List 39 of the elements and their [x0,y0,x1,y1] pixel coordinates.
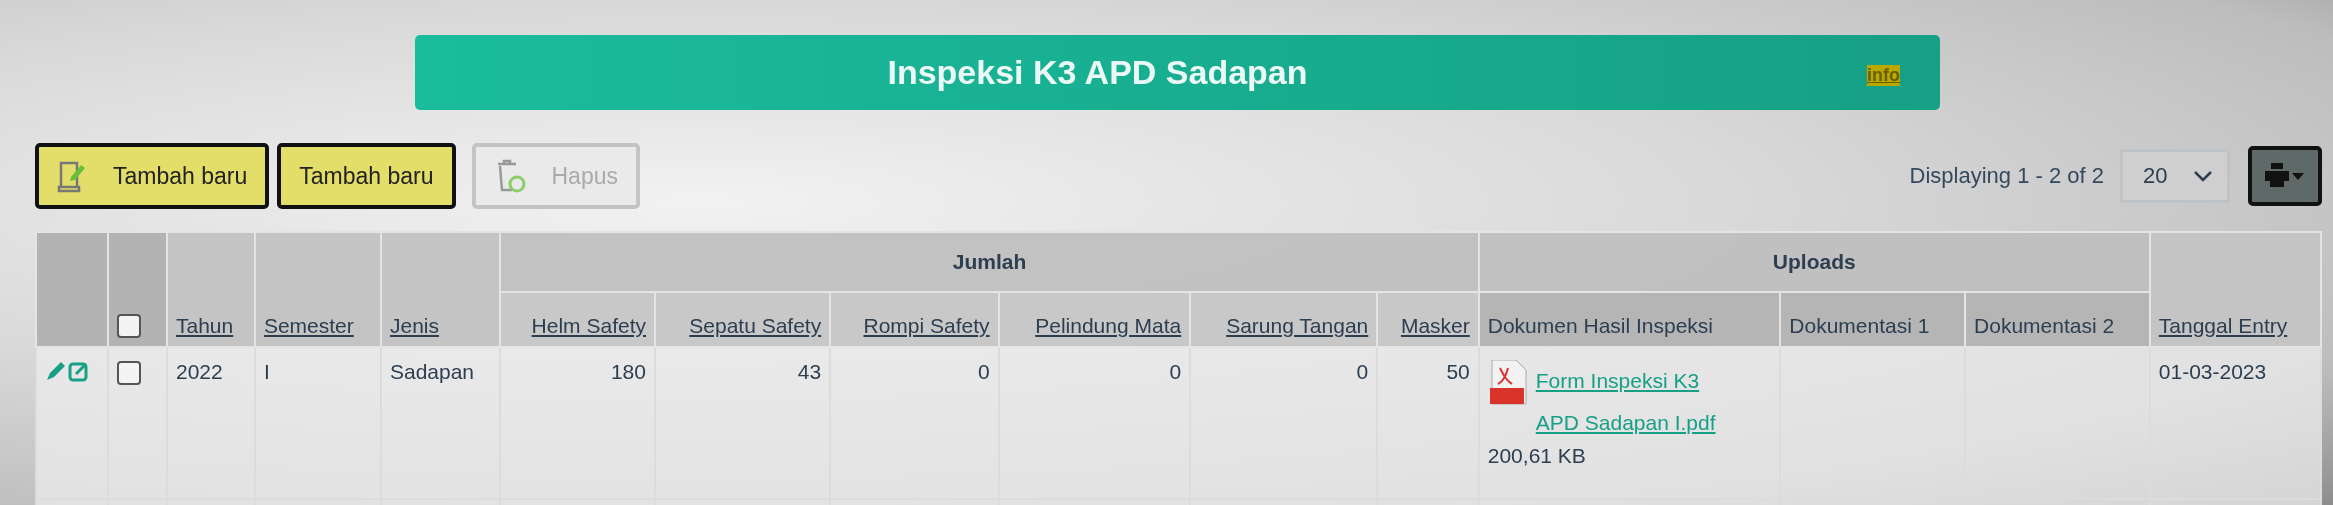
record-count: Displaying 1 - 2 of 2 [1909,163,2104,189]
column-header[interactable]: Tanggal Entry [2149,232,2321,347]
table-cell: 50 [1446,360,1470,383]
row-checkbox[interactable] [117,361,141,386]
edit-document-icon [57,159,87,193]
page-size-select[interactable]: 20 [2120,149,2230,203]
page-title: Inspeksi K3 APD Sadapan [887,53,1308,92]
column-header[interactable]: Sepatu Safety [655,292,831,347]
table-cell: Sadapan [389,360,475,383]
column-header[interactable]: Sarung Tangan [1190,292,1378,347]
column-header[interactable]: Tahun [167,232,255,347]
print-button[interactable] [2248,146,2322,206]
group-header: Jumlah [500,232,1479,292]
table-cell: 43 [797,360,822,383]
table-cell: 0 [977,360,990,383]
table-cell: I [263,360,270,383]
file-size: 200,61 KB [1487,444,1587,468]
column-header[interactable]: Rompi Safety [830,292,999,347]
pdf-file-icon [1487,360,1528,406]
column-header: Dokumen Hasil Inspeksi [1478,292,1781,347]
table-cell: 180 [610,360,646,383]
edit-icons[interactable] [45,360,91,382]
printer-icon [2265,163,2305,189]
column-header[interactable]: Helm Safety [500,292,655,347]
table-cell: 0 [1169,360,1182,383]
column-header: Dokumentasi 2 [1965,292,2150,347]
add-button[interactable]: Tambah baru [35,143,270,209]
column-header[interactable]: Semester [254,232,381,347]
chevron-down-icon [2193,170,2213,182]
column-header[interactable]: Pelindung Mata [998,292,1191,347]
column-header[interactable]: Jenis [380,232,501,347]
group-header: Uploads [1478,232,2150,292]
table-cell: 0 [1356,360,1369,383]
table-cell: 01-03-2023 [2158,360,2267,383]
add-button[interactable]: Tambah baru [277,143,456,209]
column-header[interactable]: Masker [1377,292,1479,347]
checkbox[interactable] [117,314,141,338]
column-header: Dokumentasi 1 [1780,292,1966,347]
table-cell: 2022 [176,360,223,383]
